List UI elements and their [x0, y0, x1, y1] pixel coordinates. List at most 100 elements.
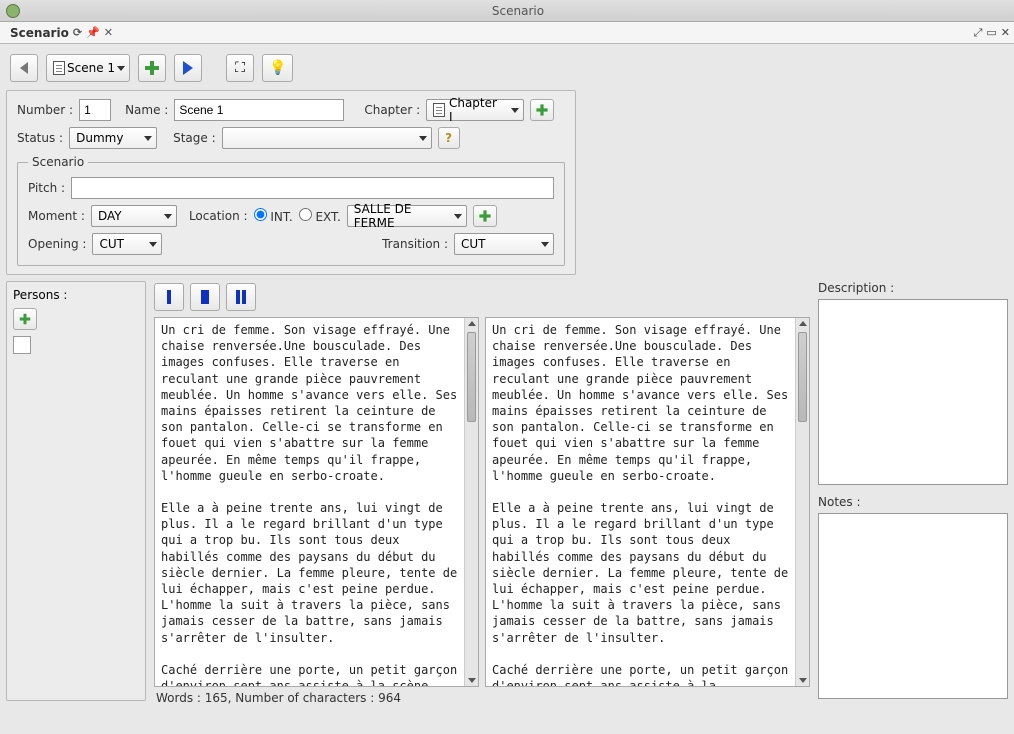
- text-editor-right[interactable]: Un cri de femme. Son visage effrayé. Une…: [485, 317, 810, 687]
- transition-label: Transition :: [382, 237, 448, 251]
- description-label: Description :: [818, 281, 1008, 295]
- view-wide-button[interactable]: [190, 283, 220, 311]
- location-label: Location :: [189, 209, 248, 223]
- add-chapter-button[interactable]: [530, 99, 554, 121]
- scene-selector-label: Scene 1: [67, 61, 115, 75]
- plus-icon: [145, 61, 159, 75]
- chevron-down-icon: [164, 214, 172, 219]
- chapter-label: Chapter :: [364, 103, 420, 117]
- number-field[interactable]: [79, 99, 111, 121]
- chevron-down-icon: [144, 136, 152, 141]
- opening-select[interactable]: CUT: [92, 233, 162, 255]
- page-icon: [53, 61, 65, 75]
- ext-label: EXT.: [315, 210, 340, 224]
- page-icon: [433, 103, 445, 117]
- play-button[interactable]: [174, 54, 202, 82]
- bulb-icon: [269, 60, 286, 76]
- window-title: Scenario: [28, 4, 1008, 18]
- close-panel-icon[interactable]: ✕: [1001, 26, 1010, 40]
- scroll-thumb[interactable]: [798, 332, 807, 422]
- name-label: Name :: [125, 103, 168, 117]
- int-radio[interactable]: INT.: [254, 208, 293, 224]
- scrollbar-right[interactable]: [795, 318, 809, 686]
- scrollbar-left[interactable]: [464, 318, 478, 686]
- transition-select[interactable]: CUT: [454, 233, 554, 255]
- status-label: Status :: [17, 131, 63, 145]
- pitch-label: Pitch :: [28, 181, 65, 195]
- add-person-button[interactable]: [13, 308, 37, 330]
- restore-icon[interactable]: ⤢: [974, 26, 983, 40]
- transition-value: CUT: [461, 237, 486, 251]
- view-single-button[interactable]: [154, 283, 184, 311]
- view-split-button[interactable]: [226, 283, 256, 311]
- text-editor-left[interactable]: Un cri de femme. Son visage effrayé. Une…: [154, 317, 479, 687]
- tab-scenario[interactable]: Scenario ⟳ 📌 ✕: [4, 24, 119, 42]
- chapter-value: Chapter I: [449, 96, 503, 124]
- notes-label: Notes :: [818, 495, 1008, 509]
- chevron-down-icon: [541, 242, 549, 247]
- chevron-down-icon: [511, 108, 519, 113]
- person-color-swatch[interactable]: [13, 336, 31, 354]
- moment-select[interactable]: DAY: [91, 205, 177, 227]
- close-icon[interactable]: ✕: [104, 26, 113, 39]
- chevron-down-icon: [117, 66, 125, 71]
- plus-icon: [20, 314, 31, 325]
- play-icon: [183, 61, 193, 75]
- stage-label: Stage :: [173, 131, 216, 145]
- scenario-fieldset: Scenario Pitch : Moment : DAY Location :…: [17, 155, 565, 266]
- pitch-field[interactable]: [71, 177, 554, 199]
- stage-help-button[interactable]: [438, 127, 460, 149]
- minimize-icon[interactable]: ▭: [986, 26, 996, 40]
- number-label: Number :: [17, 103, 73, 117]
- refresh-icon[interactable]: ⟳: [73, 26, 82, 39]
- pin-icon[interactable]: 📌: [86, 26, 100, 39]
- help-icon: [445, 131, 452, 145]
- moment-value: DAY: [98, 209, 122, 223]
- expand-icon: [235, 60, 245, 76]
- back-button[interactable]: [10, 54, 38, 82]
- scroll-up-icon[interactable]: [799, 321, 807, 326]
- window-titlebar: Scenario: [0, 0, 1014, 22]
- int-label: INT.: [270, 210, 292, 224]
- scroll-down-icon[interactable]: [468, 678, 476, 683]
- scroll-thumb[interactable]: [467, 332, 476, 422]
- chevron-down-icon: [149, 242, 157, 247]
- status-select[interactable]: Dummy: [69, 127, 157, 149]
- plus-icon: [479, 210, 490, 221]
- window-close-icon[interactable]: [6, 4, 20, 18]
- chapter-select[interactable]: Chapter I: [426, 99, 524, 121]
- toolbar: Scene 1: [6, 50, 1008, 86]
- plus-icon: [537, 104, 548, 115]
- editor-panel: Un cri de femme. Son visage effrayé. Une…: [154, 281, 810, 709]
- text-content-right[interactable]: Un cri de femme. Son visage effrayé. Une…: [486, 318, 795, 686]
- add-scene-button[interactable]: [138, 54, 166, 82]
- right-panels: Description : Notes :: [818, 281, 1008, 709]
- add-location-button[interactable]: [473, 205, 497, 227]
- chevron-left-icon: [20, 62, 28, 74]
- stage-select[interactable]: [222, 127, 432, 149]
- notes-area[interactable]: [818, 513, 1008, 699]
- idea-button[interactable]: [262, 54, 293, 82]
- opening-label: Opening :: [28, 237, 86, 251]
- form-panel: Number : Name : Chapter : Chapter I Stat…: [6, 90, 576, 275]
- location-select[interactable]: SALLE DE FERME: [347, 205, 467, 227]
- text-content-left[interactable]: Un cri de femme. Son visage effrayé. Une…: [155, 318, 464, 686]
- chevron-down-icon: [454, 214, 462, 219]
- opening-value: CUT: [99, 237, 124, 251]
- tab-label: Scenario: [10, 26, 69, 40]
- persons-panel: Persons :: [6, 281, 146, 701]
- location-value: SALLE DE FERME: [354, 202, 446, 230]
- moment-label: Moment :: [28, 209, 85, 223]
- scroll-down-icon[interactable]: [799, 678, 807, 683]
- tab-window-controls: ⤢ ▭ ✕: [974, 26, 1010, 40]
- description-area[interactable]: [818, 299, 1008, 485]
- persons-label: Persons :: [13, 288, 139, 302]
- scroll-up-icon[interactable]: [468, 321, 476, 326]
- status-value: Dummy: [76, 131, 123, 145]
- name-field[interactable]: [174, 99, 344, 121]
- expand-button[interactable]: [226, 54, 254, 82]
- word-count-status: Words : 165, Number of characters : 964: [154, 687, 810, 709]
- ext-radio[interactable]: EXT.: [299, 208, 341, 224]
- scene-selector[interactable]: Scene 1: [46, 54, 130, 82]
- scenario-legend: Scenario: [28, 155, 88, 169]
